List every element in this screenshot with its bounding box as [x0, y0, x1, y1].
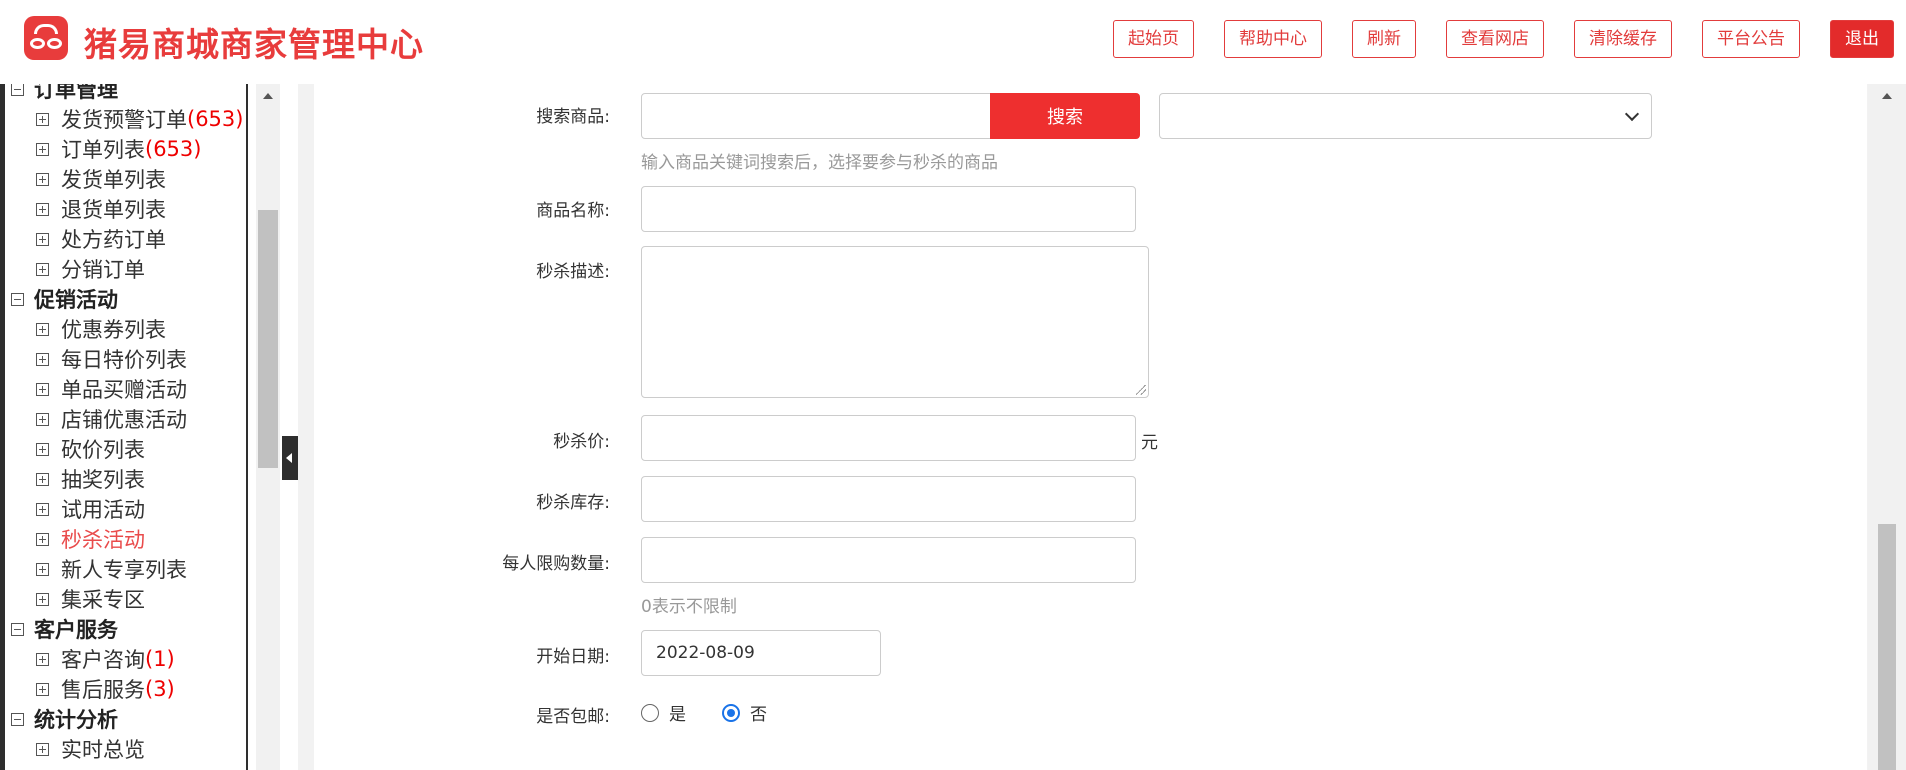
free-shipping-yes-label[interactable]: 是	[669, 700, 686, 725]
sidebar: 订单管理 发货预警订单 (653) 订单列表 (653) 发货单列表 退货单列表 处…	[0, 84, 248, 770]
expand-box-icon	[36, 532, 49, 546]
sidebar-left-edge	[0, 84, 5, 770]
logout-button[interactable]: 退出	[1830, 20, 1894, 58]
sidebar-item-group-purchase[interactable]: 集采专区	[11, 584, 245, 614]
sidebar-item-realtime-overview[interactable]: 实时总览	[11, 734, 245, 764]
expand-box-icon	[36, 202, 49, 216]
platform-notice-button[interactable]: 平台公告	[1702, 20, 1800, 58]
start-date-input[interactable]: 2022-08-09	[641, 630, 881, 676]
expand-box-icon	[36, 682, 49, 696]
view-store-button[interactable]: 查看网店	[1446, 20, 1544, 58]
goods-select[interactable]	[1159, 93, 1652, 139]
expand-box-icon	[36, 142, 49, 156]
expand-box-icon	[36, 442, 49, 456]
sidebar-item-coupons[interactable]: 优惠券列表	[11, 314, 245, 344]
sidebar-item-shipping-alert[interactable]: 发货预警订单 (653)	[11, 104, 245, 134]
sidebar-item-distribution-orders[interactable]: 分销订单	[11, 254, 245, 284]
expand-box-icon	[36, 112, 49, 126]
flash-price-label: 秒杀价:	[553, 432, 610, 452]
flash-stock-label: 秒杀库存:	[536, 493, 610, 513]
collapse-box-icon	[11, 712, 24, 726]
free-shipping-radio-group: 是 否	[641, 700, 803, 725]
expand-box-icon	[36, 322, 49, 336]
expand-box-icon	[36, 262, 49, 276]
sidebar-item-buy-gift[interactable]: 单品买赠活动	[11, 374, 245, 404]
refresh-button[interactable]: 刷新	[1352, 20, 1416, 58]
start-date-label: 开始日期:	[536, 647, 610, 667]
resize-grip-icon[interactable]	[1136, 385, 1146, 395]
top-header: 猪易商城商家管理中心 起始页 帮助中心 刷新 查看网店 清除缓存 平台公告 退出	[0, 0, 1906, 84]
sidebar-item-daily-specials[interactable]: 每日特价列表	[11, 344, 245, 374]
sidebar-item-newcomer[interactable]: 新人专享列表	[11, 554, 245, 584]
goods-name-input[interactable]	[641, 186, 1136, 232]
price-unit: 元	[1141, 433, 1158, 453]
collapse-box-icon	[11, 622, 24, 636]
sidebar-item-consultation[interactable]: 客户咨询 (1)	[11, 644, 245, 674]
flash-desc-textarea[interactable]	[641, 246, 1149, 398]
expand-box-icon	[36, 652, 49, 666]
free-shipping-no-radio[interactable]	[722, 703, 740, 722]
expand-box-icon	[36, 232, 49, 246]
sidebar-group-orders[interactable]: 订单管理	[11, 84, 245, 104]
main-scrollbar[interactable]	[1868, 84, 1906, 770]
scroll-up-arrow-icon[interactable]	[1882, 93, 1892, 99]
sidebar-item-flash-sale[interactable]: 秒杀活动	[11, 524, 245, 554]
search-hint: 输入商品关键词搜索后，选择要参与秒杀的商品	[641, 153, 998, 173]
sidebar-group-promotions[interactable]: 促销活动	[11, 284, 245, 314]
sidebar-item-store-discounts[interactable]: 店铺优惠活动	[11, 404, 245, 434]
expand-box-icon	[36, 562, 49, 576]
goods-name-label: 商品名称:	[536, 201, 610, 221]
purchase-limit-label: 每人限购数量:	[502, 554, 610, 574]
collapse-box-icon	[11, 292, 24, 306]
flash-price-input[interactable]	[641, 415, 1136, 461]
free-shipping-yes-radio[interactable]	[641, 703, 659, 722]
expand-box-icon	[36, 412, 49, 426]
search-goods-label: 搜索商品:	[536, 107, 610, 127]
sidebar-item-lottery[interactable]: 抽奖列表	[11, 464, 245, 494]
scroll-up-arrow-icon[interactable]	[263, 93, 273, 99]
sidebar-group-analytics[interactable]: 统计分析	[11, 704, 245, 734]
purchase-limit-input[interactable]	[641, 537, 1136, 583]
sidebar-group-customer-service[interactable]: 客户服务	[11, 614, 245, 644]
purchase-limit-hint: 0表示不限制	[641, 597, 737, 617]
sidebar-item-delivery-list[interactable]: 发货单列表	[11, 164, 245, 194]
flash-desc-label: 秒杀描述:	[536, 262, 610, 282]
top-nav: 起始页 帮助中心 刷新 查看网店 清除缓存 平台公告 退出	[1083, 20, 1894, 58]
collapse-box-icon	[11, 84, 24, 96]
sidebar-item-bargain[interactable]: 砍价列表	[11, 434, 245, 464]
flash-stock-input[interactable]	[641, 476, 1136, 522]
sidebar-scroll-thumb[interactable]	[258, 210, 278, 468]
home-button[interactable]: 起始页	[1113, 20, 1194, 58]
expand-box-icon	[36, 592, 49, 606]
main-scroll-thumb[interactable]	[1878, 524, 1896, 770]
expand-box-icon	[36, 472, 49, 486]
sidebar-item-trial[interactable]: 试用活动	[11, 494, 245, 524]
expand-box-icon	[36, 742, 49, 756]
sidebar-right-edge	[246, 84, 248, 770]
search-button[interactable]: 搜索	[990, 93, 1140, 139]
help-center-button[interactable]: 帮助中心	[1224, 20, 1322, 58]
chevron-down-icon	[1624, 106, 1640, 122]
clear-cache-button[interactable]: 清除缓存	[1574, 20, 1672, 58]
free-shipping-no-label[interactable]: 否	[750, 700, 767, 725]
free-shipping-label: 是否包邮:	[536, 707, 610, 727]
expand-box-icon	[36, 172, 49, 186]
expand-box-icon	[36, 502, 49, 516]
search-goods-input[interactable]	[641, 93, 991, 139]
sidebar-menu: 订单管理 发货预警订单 (653) 订单列表 (653) 发货单列表 退货单列表 处…	[11, 84, 245, 764]
sidebar-scrollbar[interactable]	[256, 84, 280, 770]
sidebar-item-after-sales[interactable]: 售后服务 (3)	[11, 674, 245, 704]
app-title: 猪易商城商家管理中心	[84, 25, 424, 64]
sidebar-item-order-list[interactable]: 订单列表 (653)	[11, 134, 245, 164]
expand-box-icon	[36, 382, 49, 396]
expand-box-icon	[36, 352, 49, 366]
sidebar-item-prescription-orders[interactable]: 处方药订单	[11, 224, 245, 254]
pig-logo-icon	[24, 16, 68, 60]
sidebar-item-return-list[interactable]: 退货单列表	[11, 194, 245, 224]
